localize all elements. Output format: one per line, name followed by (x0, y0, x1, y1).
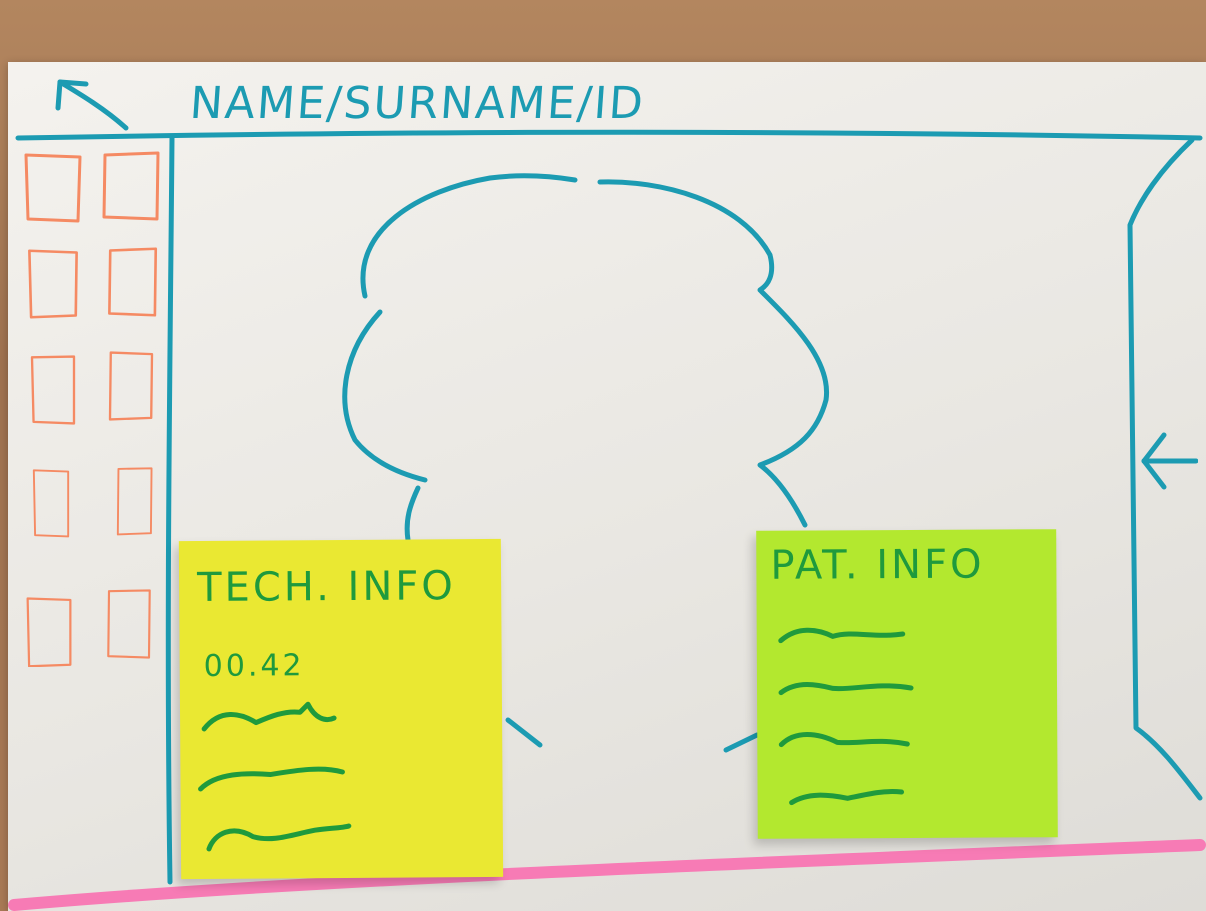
tech-info-card: TECH. INFO 00.42 (178, 538, 504, 880)
thumbnail-item[interactable] (24, 249, 82, 319)
collapse-left-arrow-icon (1141, 432, 1199, 490)
back-arrow-icon (55, 79, 129, 131)
thumbnail-item[interactable] (102, 351, 160, 421)
thumbnail-panel (18, 145, 166, 705)
patient-info-card: PAT. INFO (756, 529, 1058, 839)
placeholder-text-line (206, 823, 352, 852)
thumbnail-item[interactable] (104, 247, 162, 317)
patient-info-title: PAT. INFO (770, 541, 985, 589)
back-button[interactable] (50, 74, 134, 138)
placeholder-text-line (789, 789, 905, 806)
thumbnail-item[interactable] (106, 467, 164, 537)
tech-info-value: 00.42 (203, 648, 305, 684)
thumbnail-item[interactable] (22, 469, 80, 539)
expand-right-panel-button[interactable] (1136, 425, 1199, 495)
placeholder-text-line (778, 682, 914, 696)
placeholder-text-line (778, 732, 910, 748)
placeholder-text-line (201, 701, 337, 732)
thumbnail-item[interactable] (102, 151, 160, 221)
placeholder-text-line (778, 627, 906, 644)
thumbnail-item[interactable] (100, 589, 158, 659)
placeholder-text-line (198, 766, 345, 792)
page-title: NAME/SURNAME/ID (188, 78, 647, 129)
thumbnail-item[interactable] (24, 153, 82, 223)
thumbnail-item[interactable] (20, 597, 78, 667)
tech-info-title: TECH. INFO (196, 563, 456, 612)
thumbnail-item[interactable] (24, 355, 82, 425)
